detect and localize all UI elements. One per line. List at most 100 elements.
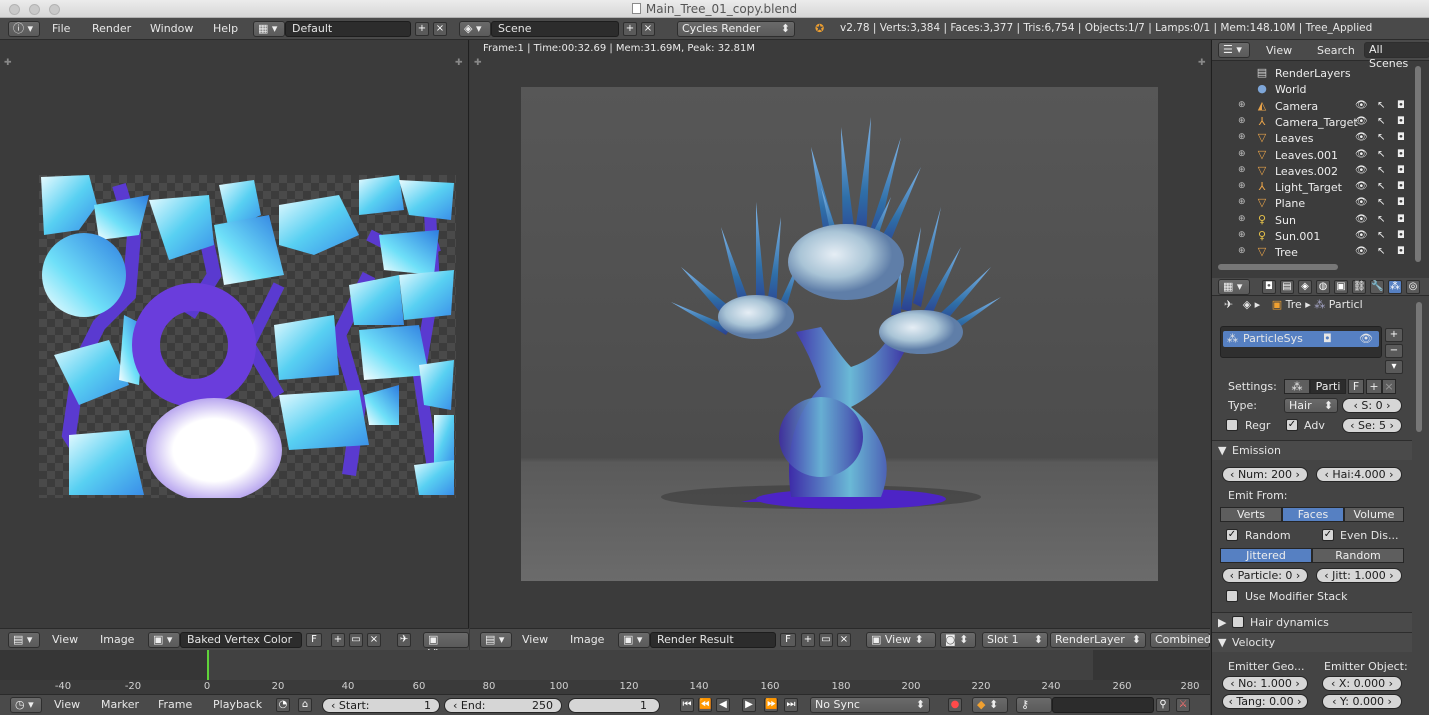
advanced-checkbox[interactable]: ✓ xyxy=(1286,419,1298,431)
constraints-tab-icon[interactable]: ⛓ xyxy=(1352,280,1366,294)
expand-plus-icon[interactable]: ⊕ xyxy=(1238,149,1246,159)
settings-name-field[interactable]: Parti xyxy=(1310,379,1346,394)
layout-field[interactable]: Default xyxy=(285,21,411,37)
editor-type-button[interactable]: ⓘ ▾ xyxy=(8,21,40,37)
select-cursor-icon[interactable]: ↖ xyxy=(1377,246,1385,257)
outliner-item[interactable]: ● World xyxy=(1212,82,1412,98)
outliner-item[interactable]: ⊕ ▽ Plane 👁 ↖ ◘ xyxy=(1212,196,1412,212)
select-cursor-icon[interactable]: ↖ xyxy=(1377,149,1385,160)
jitter-amount-field[interactable]: ‹ Jitt: 1.000 › xyxy=(1316,568,1402,583)
even-distribution-checkbox[interactable]: ✓ xyxy=(1322,529,1334,541)
scene-tab-icon[interactable]: ◈ xyxy=(1298,280,1312,294)
expand-plus-icon[interactable]: ⊕ xyxy=(1238,181,1246,191)
delete-keyframe-icon[interactable]: ⚔ xyxy=(1176,698,1190,712)
emit-faces-button[interactable]: Faces xyxy=(1282,507,1344,522)
use-modifier-stack-checkbox[interactable] xyxy=(1226,590,1238,602)
outliner-menu-search[interactable]: Search xyxy=(1317,44,1355,57)
image-browse-icon[interactable]: ▣ ▾ xyxy=(148,632,180,648)
velocity-panel-header[interactable]: ▼ Velocity xyxy=(1212,632,1412,652)
render-camera-icon[interactable]: ◘ xyxy=(1397,181,1405,192)
select-cursor-icon[interactable]: ↖ xyxy=(1377,230,1385,241)
render-pass-select[interactable]: Combined xyxy=(1150,632,1211,648)
select-cursor-icon[interactable]: ↖ xyxy=(1377,165,1385,176)
new-image-icon[interactable]: + xyxy=(801,633,815,647)
uv-image-name-field[interactable]: Baked Vertex Color xyxy=(180,632,302,648)
render-camera-icon[interactable]: ◘ xyxy=(1397,230,1405,241)
visibility-eye-icon[interactable]: 👁 xyxy=(1355,149,1368,160)
display-channels-icon[interactable]: ◙ ⬍ xyxy=(940,632,976,648)
outliner-item[interactable]: ▤ RenderLayers xyxy=(1212,66,1412,82)
visibility-eye-icon[interactable]: 👁 xyxy=(1355,197,1368,208)
view-mode-select[interactable]: ▣ View ⬍ xyxy=(866,632,936,648)
settings-browse-icon[interactable]: ⁂ xyxy=(1284,379,1310,394)
open-image-icon[interactable]: ▭ xyxy=(349,633,363,647)
play-reverse-icon[interactable]: ◀ xyxy=(716,698,730,712)
particle-system-list[interactable]: ⁂ ParticleSys ◘ 👁 xyxy=(1220,326,1382,358)
unlink-image-icon[interactable]: × xyxy=(837,633,851,647)
render-engine-select[interactable]: Cycles Render ⬍ xyxy=(677,21,795,37)
render-toggle-icon[interactable]: ◘ xyxy=(1323,332,1332,345)
sync-mode-select[interactable]: No Sync ⬍ xyxy=(810,697,930,713)
regrow-checkbox[interactable] xyxy=(1226,419,1238,431)
render-camera-icon[interactable]: ◘ xyxy=(1397,132,1405,143)
normal-velocity-field[interactable]: ‹ No: 1.000 › xyxy=(1222,676,1308,691)
visibility-eye-icon[interactable]: 👁 xyxy=(1355,165,1368,176)
end-frame-field[interactable]: ‹ End: 250 xyxy=(444,698,562,713)
select-cursor-icon[interactable]: ↖ xyxy=(1377,100,1385,111)
preview-range-icon[interactable]: ◔ xyxy=(276,698,290,712)
image-menu-image[interactable]: Image xyxy=(570,633,604,646)
outliner-tree[interactable]: ▤ RenderLayers ● World ⊕ ◭ Camera 👁 ↖ ◘ ⊕ ⅄ Camera_T… xyxy=(1212,66,1412,262)
visibility-eye-icon[interactable]: 👁 xyxy=(1355,246,1368,257)
visibility-eye-icon[interactable]: 👁 xyxy=(1355,230,1368,241)
outliner-item[interactable]: ⊕ ▽ Tree 👁 ↖ ◘ xyxy=(1212,245,1412,261)
slot-select[interactable]: Slot 1 ⬍ xyxy=(982,632,1048,648)
tangent-velocity-field[interactable]: ‹ Tang: 0.00 › xyxy=(1222,694,1308,709)
render-camera-icon[interactable]: ◘ xyxy=(1397,116,1405,127)
current-frame-field[interactable]: 1 xyxy=(568,698,660,713)
particles-per-face-field[interactable]: ‹ Particle: 0 › xyxy=(1222,568,1308,583)
render-camera-icon[interactable]: ◘ xyxy=(1397,100,1405,111)
add-layout-icon[interactable]: + xyxy=(415,22,429,36)
visibility-eye-icon[interactable]: 👁 xyxy=(1355,100,1368,111)
object-tab-icon[interactable]: ▣ xyxy=(1334,280,1348,294)
outliner-item[interactable]: ⊕ ⅄ Light_Target 👁 ↖ ◘ xyxy=(1212,180,1412,196)
keying-set-icon[interactable]: ⚷ xyxy=(1016,697,1052,713)
expand-plus-icon[interactable]: ⊕ xyxy=(1238,132,1246,142)
properties-editor[interactable]: ▦ ▾ ◘ ▤ ◈ ◍ ▣ ⛓ 🔧 ⁂ ◎ ✈ ◈ ▸ ▣ Tre ▸ ⁂ Pa… xyxy=(1211,278,1429,715)
outliner-item[interactable]: ⊕ ♀ Sun.001 👁 ↖ ◘ xyxy=(1212,229,1412,245)
expand-plus-icon[interactable]: ⊕ xyxy=(1238,214,1246,224)
visibility-eye-icon[interactable]: 👁 xyxy=(1359,332,1373,345)
render-tab-icon[interactable]: ◘ xyxy=(1262,280,1276,294)
outliner-item[interactable]: ⊕ ▽ Leaves 👁 ↖ ◘ xyxy=(1212,131,1412,147)
expand-plus-icon[interactable]: ⊕ xyxy=(1238,197,1246,207)
emit-verts-button[interactable]: Verts xyxy=(1220,507,1282,522)
settings-new-icon[interactable]: + xyxy=(1366,379,1382,394)
outliner-filter-select[interactable]: All Scenes xyxy=(1364,42,1429,70)
expand-plus-icon[interactable]: ⊕ xyxy=(1238,246,1246,256)
visibility-eye-icon[interactable]: 👁 xyxy=(1355,214,1368,225)
editor-type-button[interactable]: ▦ ▾ xyxy=(1218,279,1250,295)
image-browse-icon[interactable]: ▣ ▾ xyxy=(618,632,650,648)
outliner-menu-view[interactable]: View xyxy=(1266,44,1292,57)
remove-layout-icon[interactable]: × xyxy=(433,22,447,36)
timeline-menu-playback[interactable]: Playback xyxy=(213,698,262,711)
render-camera-icon[interactable]: ◘ xyxy=(1397,165,1405,176)
outliner-scrollbar[interactable] xyxy=(1415,66,1421,262)
render-camera-icon[interactable]: ◘ xyxy=(1397,197,1405,208)
particle-system-item[interactable]: ⁂ ParticleSys ◘ 👁 xyxy=(1223,331,1379,347)
modifiers-tab-icon[interactable]: 🔧 xyxy=(1370,280,1384,294)
baked-texture-image[interactable] xyxy=(39,175,456,498)
outliner-item[interactable]: ⊕ ⅄ Camera_Target 👁 ↖ ◘ xyxy=(1212,115,1412,131)
insert-keyframe-icon[interactable]: ⚲ xyxy=(1156,698,1170,712)
menu-window[interactable]: Window xyxy=(150,22,193,35)
play-icon[interactable]: ▶ xyxy=(742,698,756,712)
segments-field[interactable]: ‹ Se: 5 › xyxy=(1342,418,1402,433)
jump-start-icon[interactable]: ⏮ xyxy=(680,698,694,712)
corner-widget-icon[interactable]: ✚ xyxy=(1198,58,1206,68)
expand-plus-icon[interactable]: ⊕ xyxy=(1238,116,1246,126)
timeline-menu-view[interactable]: View xyxy=(54,698,80,711)
fake-user-button[interactable]: F xyxy=(306,633,322,647)
timeline-menu-marker[interactable]: Marker xyxy=(101,698,139,711)
select-cursor-icon[interactable]: ↖ xyxy=(1377,181,1385,192)
pin-icon[interactable]: ✈ xyxy=(1224,298,1233,311)
